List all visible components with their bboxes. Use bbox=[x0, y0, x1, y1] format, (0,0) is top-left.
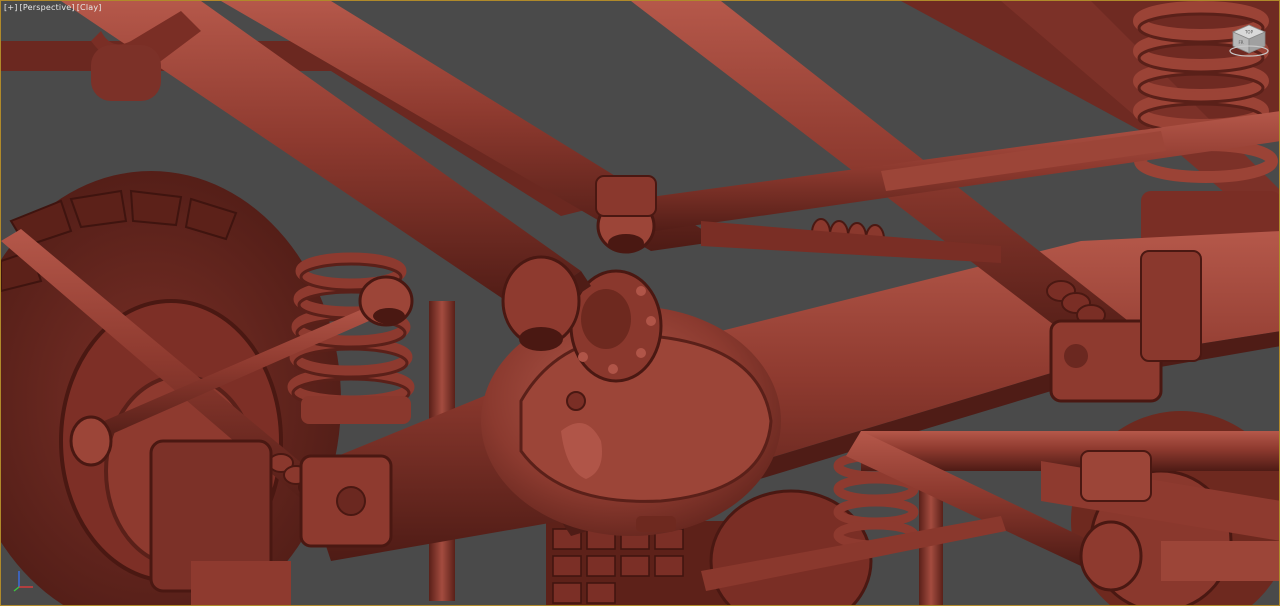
viewport-view-label[interactable]: [Perspective] bbox=[20, 3, 75, 12]
viewcube-top-label: TOP bbox=[1244, 30, 1254, 35]
viewcube-icon[interactable]: TOP FR bbox=[1229, 23, 1269, 57]
viewport-plus-menu[interactable]: [+] bbox=[4, 3, 18, 12]
viewport-label-menu: [+] [Perspective] [Clay] bbox=[4, 3, 102, 12]
axis-gizmo-icon bbox=[13, 571, 33, 592]
viewport-shading-label[interactable]: [Clay] bbox=[77, 3, 102, 12]
viewport-perspective[interactable]: [+] [Perspective] [Clay] TOP FR bbox=[0, 0, 1280, 606]
viewcube-front-label: FR bbox=[1238, 40, 1243, 45]
clay-scene-render[interactable] bbox=[1, 1, 1280, 606]
